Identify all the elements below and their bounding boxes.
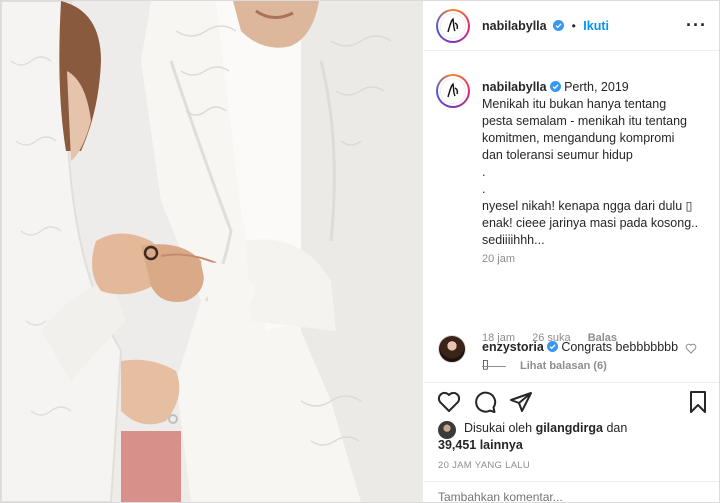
caption-line: komitmen, mengandung kompromi [482,131,675,145]
post-timestamp: 20 JAM YANG LALU [438,460,531,471]
author-avatar-logo-icon [447,17,459,33]
add-comment-bar [424,481,719,503]
post-header: nabilabylla • Ikuti ··· [424,1,719,51]
add-comment-input[interactable] [438,490,638,503]
author-username[interactable]: nabilabylla [482,19,547,33]
caption-line: . [482,182,486,196]
caption-line: nyesel nikah! kenapa ngga dari dulu ▯ [482,199,693,213]
post-caption: nabilabylla Perth, 2019 Menikah itu buka… [482,79,710,249]
reply-button[interactable]: Balas [588,332,617,344]
liker-username[interactable]: gilangdirga [536,421,603,435]
caption-author-avatar[interactable] [436,74,470,108]
verified-badge-icon [553,20,565,31]
caption-line: Menikah itu bukan hanya tentang [482,97,667,111]
action-bar-divider [424,382,719,383]
caption-line: enak! cieee jarinya masi pada kosong.. [482,216,699,230]
commenter-avatar[interactable] [438,335,466,363]
caption-line: pesta semalam - menikah itu tentang [482,114,687,128]
view-replies-label: Lihat balasan (6) [520,360,607,372]
likes-joiner: dan [606,421,628,435]
likes-prefix: Disukai oleh [464,421,533,435]
follow-button[interactable]: Ikuti [583,19,609,33]
caption-line: sediiiihhh... [482,233,545,247]
comment-meta: 18 jam 26 suka Balas [482,332,631,344]
caption-age: 20 jam [482,253,516,265]
comment-heart-icon[interactable] [685,343,697,354]
comment-age: 18 jam [482,332,516,344]
comment-likes[interactable]: 26 suka [532,332,571,344]
caption-location: Perth, 2019 [564,80,629,94]
comments-area[interactable]: nabilabylla Perth, 2019 Menikah itu buka… [424,52,719,382]
wedding-ring-photo [1,1,423,502]
likes-count[interactable]: 39,451 lainnya [438,438,523,452]
caption-line: . [482,165,486,179]
share-icon[interactable] [509,390,533,414]
post-photo[interactable] [1,1,423,502]
caption-username[interactable]: nabilabylla [482,80,547,94]
bookmark-icon[interactable] [686,390,710,414]
comment-icon[interactable] [473,390,497,414]
verified-badge-icon [549,81,561,92]
view-replies-button[interactable]: Lihat balasan (6) [482,360,607,372]
caption-line: dan toleransi seumur hidup [482,148,633,162]
separator-dot: • [571,19,576,33]
replies-divider [482,365,506,367]
heart-icon[interactable] [437,390,461,414]
post-side-panel: nabilabylla • Ikuti ··· nabilabylla Pert… [424,1,719,503]
author-avatar[interactable] [436,9,470,43]
more-options-icon[interactable]: ··· [686,15,707,36]
caption-avatar-logo-icon [447,82,459,98]
